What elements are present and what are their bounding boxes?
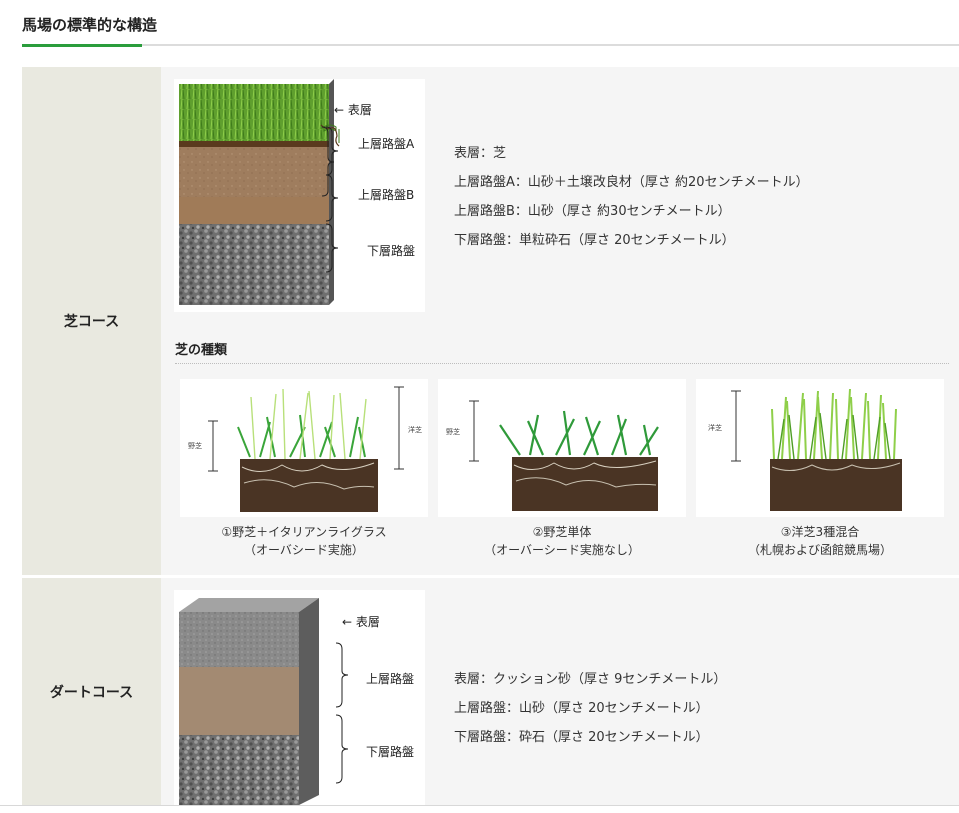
turf-label-surface: ← 表層 — [334, 103, 372, 117]
turf-spec-upper-a: 上層路盤A：山砂＋土壌改良材（厚さ 約20センチメートル） — [454, 175, 809, 190]
turf-course-label: 芝コース — [22, 67, 161, 575]
dirt-layer-cross-section — [179, 598, 319, 805]
grass-type-3-image: 洋芝 — [696, 379, 944, 517]
grass-type-3-caption-line2: （札幌および函館競馬場） — [747, 543, 892, 557]
grass-type-1-image: 野芝 洋芝 — [180, 379, 428, 517]
dirt-spec-lower: 下層路盤：砕石（厚さ 20センチメートル） — [454, 730, 709, 745]
grass-type-1-caption-line1: ①野芝＋イタリアンライグラス — [221, 525, 387, 539]
grass-type-3-illustration — [731, 388, 902, 511]
turf-layer-brackets — [325, 126, 339, 273]
turf-spec-surface: 表層：芝 — [454, 146, 507, 161]
grass-type-1-illustration — [208, 386, 404, 512]
grass-1-tiny-left: 野芝 — [188, 442, 202, 450]
turf-label-upper-a: 上層路盤A — [358, 137, 415, 151]
grass-2-tiny-left: 野芝 — [446, 428, 460, 436]
dirt-structure-diagram: ← 表層 上層路盤 下層路盤 — [174, 590, 425, 805]
dirt-course-label: ダートコース — [22, 578, 161, 805]
turf-label-lower: 下層路盤 — [367, 244, 416, 258]
grass-1-tiny-right: 洋芝 — [408, 426, 422, 434]
grass-type-2-caption: ②野芝単体 （オーバーシード実施なし） — [438, 523, 686, 559]
grass-type-1-caption-line2: （オーバシード実施） — [244, 543, 364, 557]
dirt-label-surface: ← 表層 — [342, 615, 380, 629]
grass-type-2-image: 野芝 — [438, 379, 686, 517]
grass-3-tiny-left: 洋芝 — [708, 424, 722, 432]
grass-types-divider — [175, 363, 949, 364]
page-bottom-divider — [0, 805, 959, 806]
turf-spec-lower: 下層路盤：単粒砕石（厚さ 20センチメートル） — [454, 233, 735, 248]
title-accent-bar — [22, 44, 142, 47]
grass-type-2-caption-line1: ②野芝単体 — [532, 525, 592, 539]
turf-structure-diagram: ← 表層 上層路盤A 上層路盤B 下層路盤 — [174, 79, 425, 312]
grass-type-3-caption: ③洋芝3種混合 （札幌および函館競馬場） — [696, 523, 944, 559]
grass-type-3-caption-line1: ③洋芝3種混合 — [780, 525, 860, 539]
grass-type-1-caption: ①野芝＋イタリアンライグラス （オーバシード実施） — [180, 523, 428, 559]
dirt-label-lower: 下層路盤 — [366, 745, 415, 759]
dirt-spec-surface: 表層：クッション砂（厚さ 9センチメートル） — [454, 672, 727, 687]
turf-label-upper-b: 上層路盤B — [358, 188, 415, 202]
page-title: 馬場の標準的な構造 — [22, 16, 158, 34]
turf-spec-upper-b: 上層路盤B：山砂（厚さ 約30センチメートル） — [454, 204, 731, 219]
grass-types-heading: 芝の種類 — [175, 343, 228, 358]
dirt-label-upper: 上層路盤 — [366, 672, 415, 686]
title-divider — [22, 44, 959, 46]
grass-type-2-caption-line2: （オーバーシード実施なし） — [484, 543, 640, 557]
dirt-spec-upper: 上層路盤：山砂（厚さ 20センチメートル） — [454, 701, 709, 716]
dirt-layer-brackets — [335, 642, 349, 784]
grass-type-2-illustration — [469, 400, 659, 511]
